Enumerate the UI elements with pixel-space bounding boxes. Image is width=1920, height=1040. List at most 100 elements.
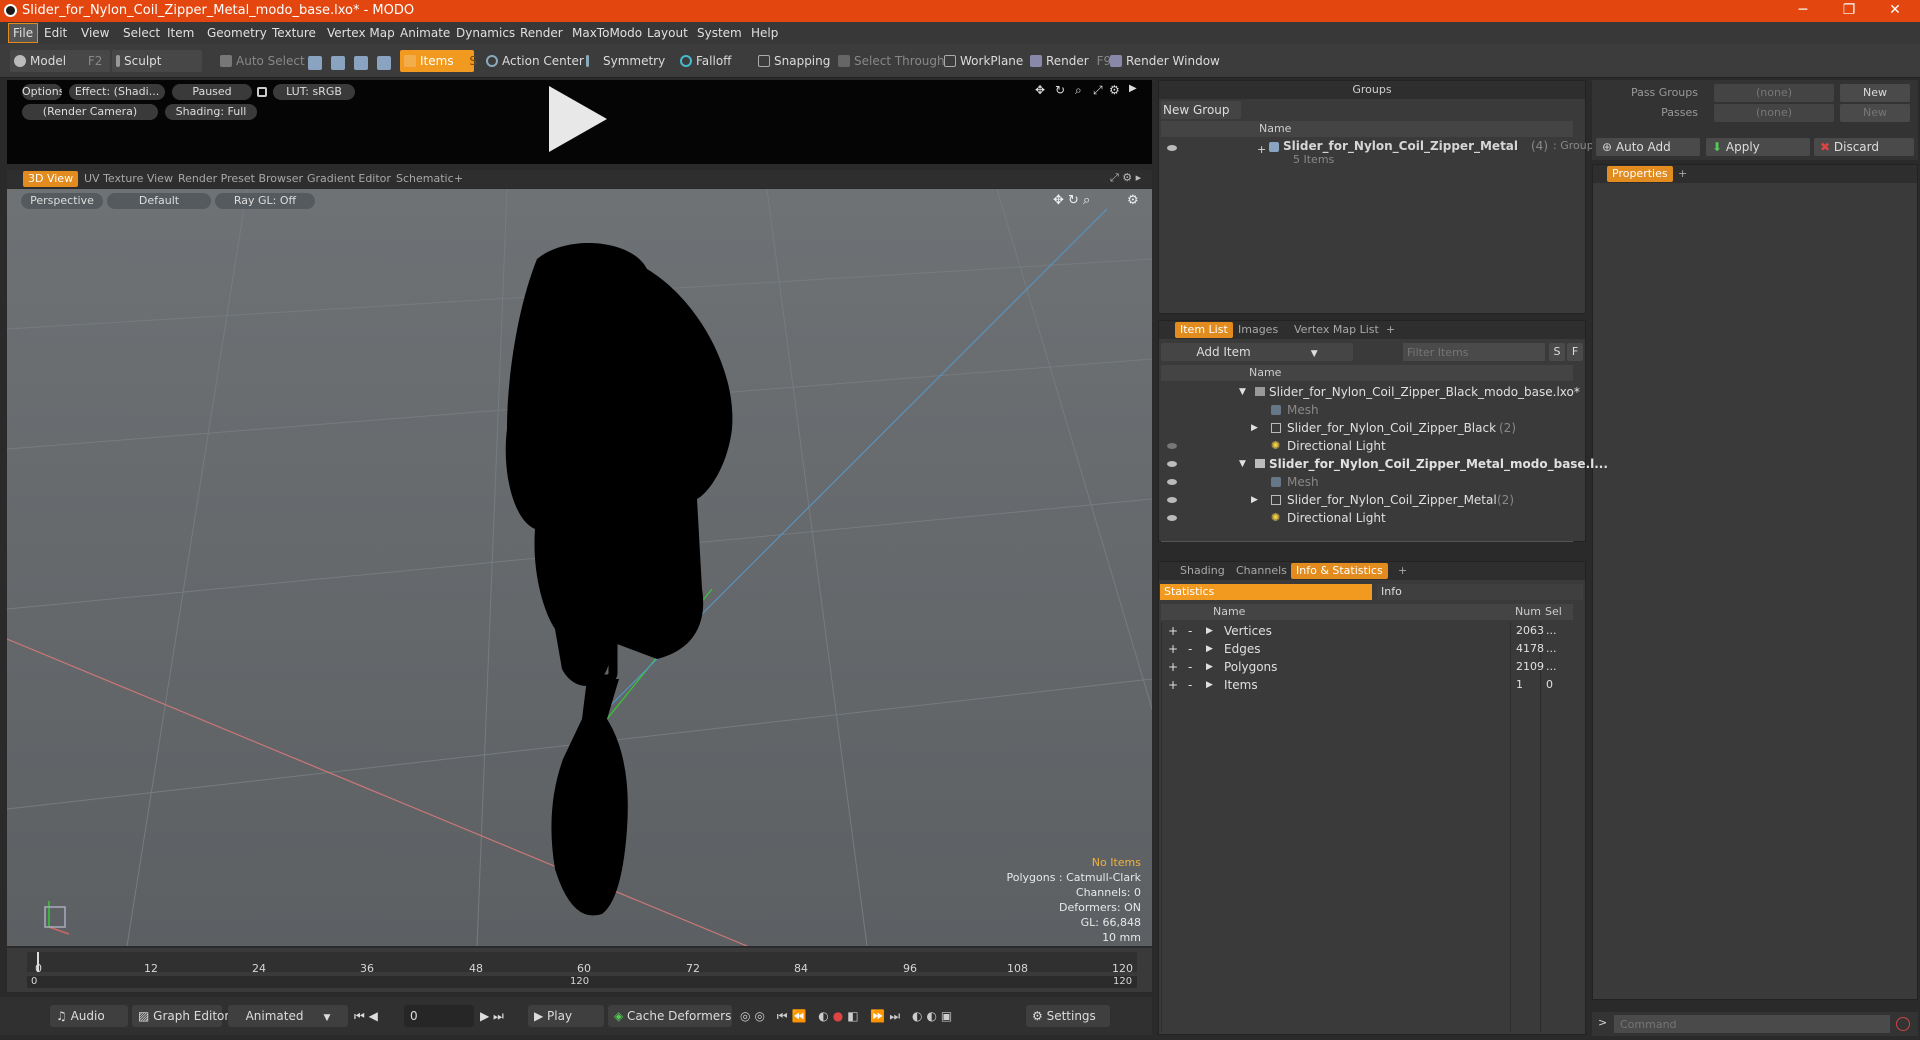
key-tools-icons[interactable]: ◎◎ ⏮⏪ ◐●◧ ⏩⏭ ◐◐▣ — [740, 1009, 956, 1024]
minimize-button[interactable]: ─ — [1780, 0, 1826, 22]
filter-s-button[interactable]: S — [1549, 343, 1565, 361]
menu-system[interactable]: System — [697, 22, 742, 44]
tab-properties-add[interactable]: + — [1673, 166, 1692, 182]
tab-add[interactable]: + — [449, 171, 468, 187]
remove-stat-icon[interactable]: - — [1188, 658, 1192, 676]
preview-paused-button[interactable]: Paused — [172, 84, 252, 100]
collapse-icon[interactable]: ▼ — [1239, 455, 1246, 473]
zoom-view-icon[interactable]: ⌕ — [1075, 83, 1082, 98]
menu-file[interactable]: File — [8, 23, 39, 43]
menu-layout[interactable]: Layout — [647, 22, 688, 44]
menu-dynamics[interactable]: Dynamics — [456, 22, 515, 44]
menu-animate[interactable]: Animate — [400, 22, 450, 44]
default-style-dropdown[interactable]: Default — [107, 193, 211, 209]
add-stat-icon[interactable]: + — [1168, 622, 1178, 640]
table-row[interactable]: + - ▶ Vertices 2063... — [1162, 622, 1574, 640]
symmetry-button[interactable]: Symmetry — [582, 50, 669, 72]
rotate-view-icon[interactable]: ↻ — [1055, 83, 1065, 97]
tab-item-list[interactable]: Item List — [1175, 322, 1233, 338]
playhead[interactable] — [37, 952, 39, 972]
visibility-eye-icon[interactable] — [1167, 497, 1177, 503]
table-row[interactable]: + - ▶ Polygons 2109... — [1162, 658, 1574, 676]
passes-new-button[interactable]: New — [1840, 104, 1910, 122]
expand-icon[interactable]: ▶ — [1206, 658, 1213, 676]
tab-images[interactable]: Images — [1233, 322, 1283, 338]
items-mode-button[interactable]: Items S — [400, 50, 477, 72]
list-item[interactable]: ✺ Directional Light — [1161, 437, 1573, 455]
settings-button[interactable]: ⚙ Settings — [1026, 1005, 1110, 1027]
menu-geometry[interactable]: Geometry — [207, 22, 267, 44]
horizontal-scrollbar[interactable] — [1161, 541, 1573, 542]
menu-item[interactable]: Item — [167, 22, 194, 44]
table-row[interactable]: + - ▶ Items 1 0 — [1162, 676, 1574, 694]
filter-f-button[interactable]: F — [1567, 343, 1583, 361]
tab-stats-add[interactable]: + — [1393, 563, 1412, 579]
command-input[interactable] — [1614, 1015, 1890, 1033]
pass-groups-dropdown[interactable]: (none) — [1714, 84, 1834, 102]
workplane-button[interactable]: WorkPlane — [940, 50, 1027, 72]
sculpt-mode-button[interactable]: Sculpt — [112, 50, 202, 72]
new-group-button[interactable]: New Group — [1161, 101, 1241, 119]
raygl-dropdown[interactable]: Ray GL: Off — [215, 193, 315, 209]
command-history-icon[interactable] — [1896, 1017, 1910, 1031]
info-subtab[interactable]: Info — [1377, 584, 1583, 600]
graph-editor-button[interactable]: ▨ Graph Editor — [132, 1005, 229, 1027]
viewport-gear-icon[interactable]: ⚙ — [1127, 193, 1139, 208]
vertices-mode-icon[interactable] — [308, 56, 322, 70]
list-item[interactable]: Mesh — [1161, 401, 1573, 419]
render-button[interactable]: Render F9 — [1026, 50, 1115, 72]
remove-stat-icon[interactable]: - — [1188, 676, 1192, 694]
preview-options-button[interactable]: Options — [22, 84, 62, 100]
expand-icon[interactable]: ▶ — [1251, 419, 1258, 437]
tab-vertex-map-list[interactable]: Vertex Map List — [1289, 322, 1384, 338]
tab-expand-icon[interactable]: ⤢ ⚙ ▸ — [1110, 171, 1141, 185]
expand-icon[interactable]: ▶ — [1251, 491, 1258, 509]
auto-add-button[interactable]: ⊕ Auto Add — [1596, 138, 1700, 156]
viewport-nav-icons[interactable]: ✥ ↻ ⌕ — [1053, 193, 1090, 208]
menu-edit[interactable]: Edit — [44, 22, 67, 44]
list-item[interactable]: ▶ Slider_for_Nylon_Coil_Zipper_Metal (2) — [1161, 491, 1573, 509]
menu-maxtomodo[interactable]: MaxToModo — [572, 22, 642, 44]
tab-render-preset-browser[interactable]: Render Preset Browser — [173, 171, 308, 187]
add-item-dropdown[interactable]: Add Item ▼ — [1161, 343, 1353, 361]
list-item[interactable]: ▼ Slider_for_Nylon_Coil_Zipper_Metal_modo… — [1161, 455, 1608, 473]
play-icon[interactable] — [545, 84, 609, 154]
preview-lut-dropdown[interactable]: LUT: sRGB — [273, 84, 355, 100]
add-stat-icon[interactable]: + — [1168, 676, 1178, 694]
remove-stat-icon[interactable]: - — [1188, 640, 1192, 658]
tab-properties[interactable]: Properties — [1607, 166, 1673, 182]
list-item[interactable]: ▶ Slider_for_Nylon_Coil_Zipper_Black (2) — [1161, 419, 1573, 437]
visibility-eye-icon[interactable] — [1167, 145, 1177, 151]
select-through-button[interactable]: Select Through — [834, 50, 949, 72]
frame-field[interactable]: 0 — [404, 1005, 474, 1027]
pass-groups-new-button[interactable]: New — [1840, 84, 1910, 102]
tab-3d-view[interactable]: 3D View — [23, 171, 79, 187]
table-row[interactable]: + - ▶ Edges 4178... — [1162, 640, 1574, 658]
add-stat-icon[interactable]: + — [1168, 658, 1178, 676]
expand-icon[interactable]: ▶ — [1206, 676, 1213, 694]
tab-uv-texture-view[interactable]: UV Texture View — [79, 171, 178, 187]
preview-gear-icon[interactable]: ⚙ — [1109, 83, 1120, 97]
menu-select[interactable]: Select — [123, 22, 160, 44]
list-item[interactable]: ✺ Directional Light — [1161, 509, 1573, 527]
cache-deformers-button[interactable]: ◈ Cache Deformers — [608, 1005, 732, 1027]
render-window-button[interactable]: Render Window — [1106, 50, 1224, 72]
tab-shading[interactable]: Shading — [1175, 563, 1230, 579]
statistics-subtab[interactable]: Statistics — [1160, 584, 1372, 600]
preview-camera-dropdown[interactable]: (Render Camera) — [22, 104, 158, 120]
preview-effect-dropdown[interactable]: Effect: (Shadi... — [69, 84, 165, 100]
expand-icon[interactable]: ▶ — [1206, 622, 1213, 640]
snapping-button[interactable]: Snapping — [754, 50, 834, 72]
play-button[interactable]: ▶ Play — [528, 1005, 604, 1027]
visibility-eye-icon[interactable] — [1167, 515, 1177, 521]
materials-mode-icon[interactable] — [377, 56, 391, 70]
menu-render[interactable]: Render — [520, 22, 563, 44]
3d-viewport[interactable]: Perspective Default Ray GL: Off ✥ ↻ ⌕ ⚙ … — [7, 189, 1152, 946]
expand-arrow-icon[interactable]: ▶ — [1129, 83, 1137, 94]
visibility-eye-icon[interactable] — [1167, 479, 1177, 485]
tab-gradient-editor[interactable]: Gradient Editor — [302, 171, 396, 187]
model-mode-button[interactable]: Model F2 — [10, 50, 110, 72]
maximize-button[interactable]: ❐ — [1826, 0, 1872, 22]
visibility-eye-icon[interactable] — [1167, 461, 1177, 467]
menu-texture[interactable]: Texture — [272, 22, 316, 44]
